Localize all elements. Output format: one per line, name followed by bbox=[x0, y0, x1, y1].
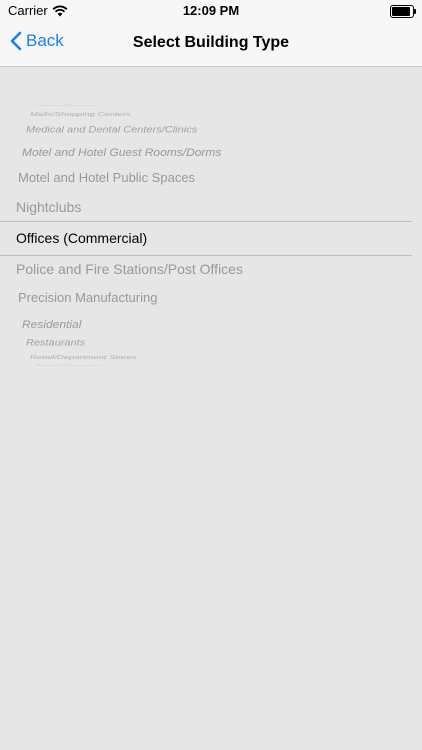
page-title: Select Building Type bbox=[132, 34, 290, 51]
battery-icon bbox=[390, 5, 416, 18]
navigation-bar: Back Select Building Type bbox=[0, 22, 422, 67]
picker-item[interactable]: Motel and Hotel Guest Rooms/Dorms bbox=[22, 145, 221, 158]
picker-item[interactable]: Precision Manufacturing bbox=[18, 290, 157, 305]
picker-item[interactable]: Retail/Department Stores bbox=[30, 354, 137, 360]
picker-item[interactable]: Motel and Hotel Public Spaces bbox=[18, 170, 195, 185]
picker-item[interactable]: Schools/Classrooms bbox=[36, 365, 102, 367]
selection-indicator-bottom bbox=[0, 255, 412, 256]
picker-item[interactable]: Police and Fire Stations/Post Offices bbox=[16, 261, 243, 277]
status-time: 12:09 PM bbox=[182, 3, 240, 18]
picker-item-selected[interactable]: Offices (Commercial) bbox=[16, 230, 147, 246]
picker-item[interactable]: Libraries/Museums bbox=[36, 105, 97, 107]
picker-item[interactable]: Malls/Shopping Centers bbox=[30, 111, 131, 117]
picker-item[interactable]: Medical and Dental Centers/Clinics bbox=[26, 125, 197, 135]
picker-item[interactable]: Restaurants bbox=[26, 338, 85, 348]
selection-indicator-top bbox=[0, 221, 412, 222]
picker-item[interactable]: Residential bbox=[22, 317, 81, 330]
picker-item[interactable]: Nightclubs bbox=[16, 199, 81, 215]
building-type-picker[interactable]: Libraries/Museums Malls/Shopping Centers M… bbox=[0, 100, 422, 370]
status-bar: Carrier 12:09 PM bbox=[0, 0, 422, 22]
